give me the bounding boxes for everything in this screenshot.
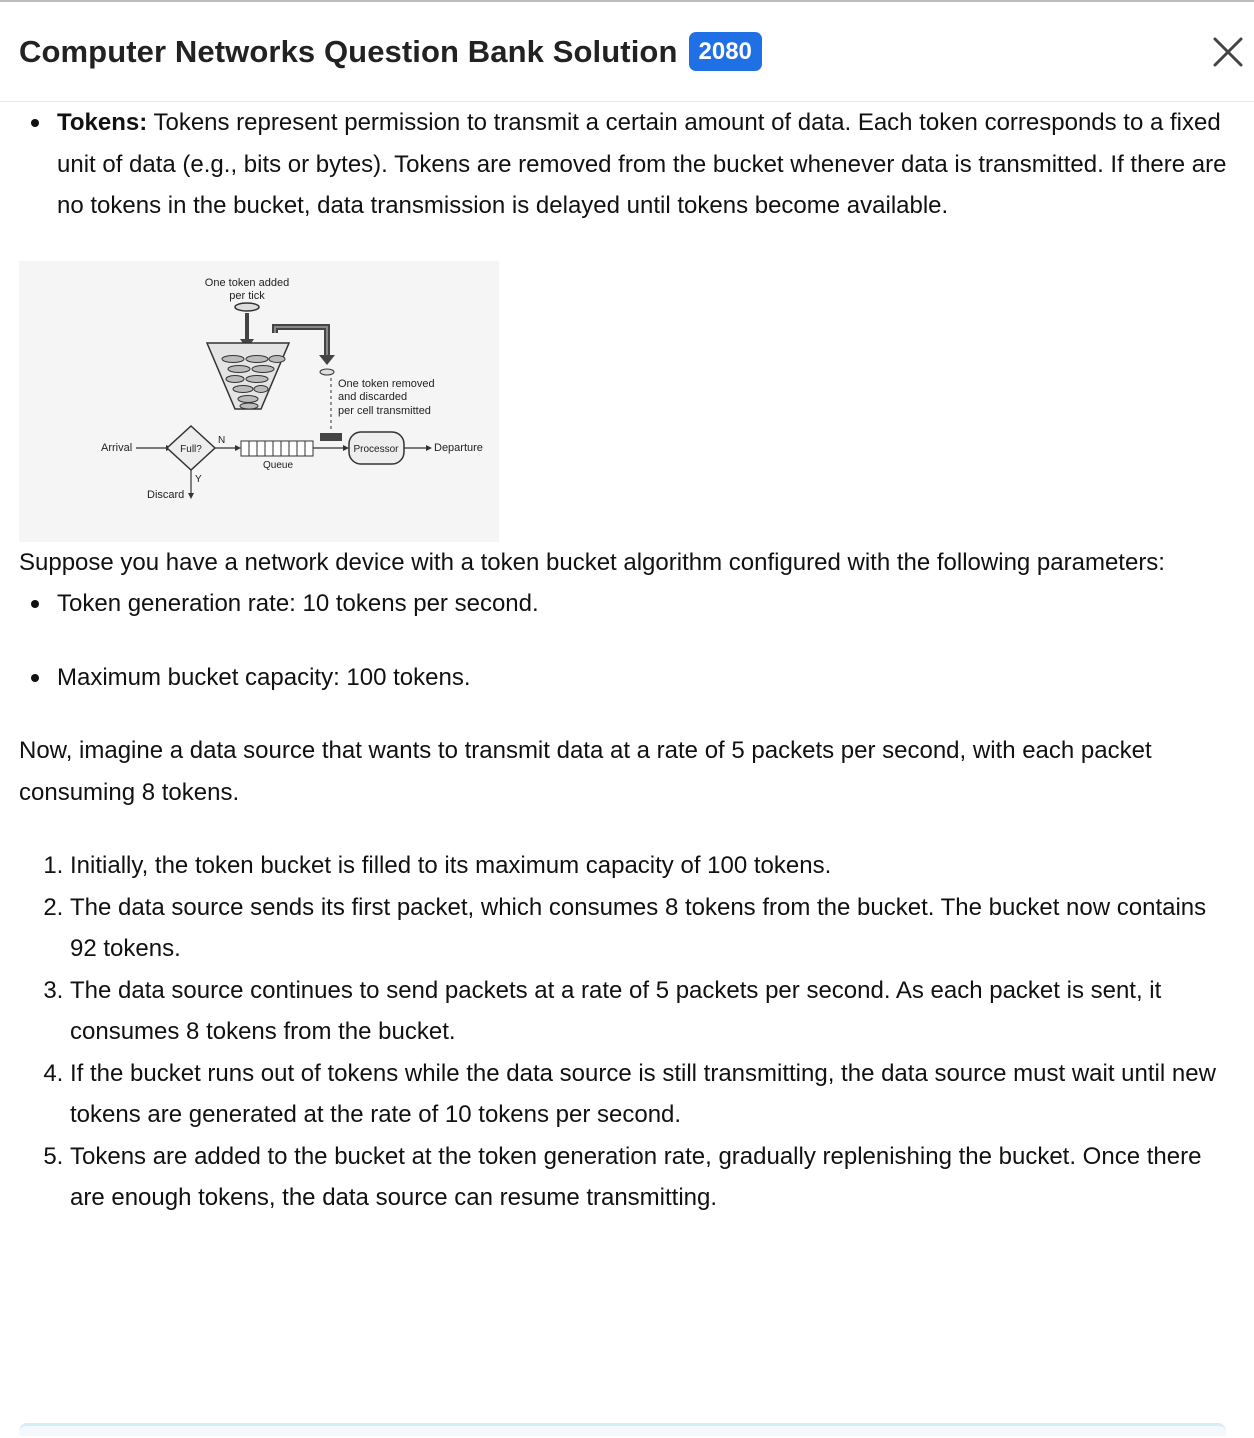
y-label: Y	[195, 474, 202, 485]
list-item: The data source continues to send packet…	[70, 970, 1235, 1053]
intro-paragraph: Suppose you have a network device with a…	[19, 548, 1165, 576]
removed-token	[319, 368, 335, 375]
list-item: If the bucket runs out of tokens while t…	[70, 1053, 1235, 1136]
discard-label: Discard	[147, 489, 184, 501]
tokens-list: Tokens: Tokens represent permission to t…	[19, 102, 1235, 227]
list-item: Maximum bucket capacity: 100 tokens.	[31, 657, 1235, 699]
departure-arrowhead	[426, 444, 432, 451]
to-processor-arrowhead	[343, 444, 349, 451]
parameter-list: Token generation rate: 10 tokens per sec…	[19, 583, 1235, 698]
list-item: Initially, the token bucket is filled to…	[70, 845, 1235, 887]
list-item: The data source sends its first packet, …	[70, 887, 1235, 970]
processor-label: Processor	[353, 444, 399, 455]
count-badge: 2080	[688, 32, 762, 71]
token-bucket-diagram: One token added per tick One token remov…	[19, 260, 499, 542]
token-added-label-2: per tick	[229, 290, 265, 302]
list-item: Tokens: Tokens represent permission to t…	[31, 102, 1235, 227]
next-section-edge	[19, 1423, 1226, 1436]
full-label: Full?	[180, 444, 202, 455]
scenario-paragraph: Now, imagine a data source that wants to…	[19, 737, 1152, 806]
token-out-arrowhead	[319, 354, 335, 365]
modal-header: Computer Networks Question Bank Solution…	[0, 2, 1254, 102]
departure-label: Departure	[434, 442, 483, 454]
close-icon	[1213, 37, 1243, 67]
token-removed-label-2: and discarded	[338, 391, 407, 403]
arrival-label: Arrival	[101, 442, 132, 454]
page-title: Computer Networks Question Bank Solution	[19, 33, 678, 69]
queue	[240, 440, 314, 456]
list-item: Tokens are added to the bucket at the to…	[70, 1136, 1235, 1219]
modal-content: Tokens: Tokens represent permission to t…	[0, 102, 1254, 1219]
incoming-token	[234, 301, 260, 312]
token-gate	[320, 432, 342, 441]
steps-list: Initially, the token bucket is filled to…	[19, 845, 1235, 1219]
close-button[interactable]	[1212, 36, 1244, 68]
term-label: Tokens:	[57, 109, 148, 136]
token-removed-label: One token removed	[338, 378, 435, 390]
term-description: Tokens represent permission to transmit …	[57, 109, 1227, 219]
token-added-label: One token added	[205, 277, 289, 289]
solution-modal: Computer Networks Question Bank Solution…	[0, 0, 1254, 1438]
list-item: Token generation rate: 10 tokens per sec…	[31, 583, 1235, 625]
queue-label: Queue	[263, 460, 293, 471]
discard-arrowhead	[188, 492, 194, 499]
token-removed-label-3: per cell transmitted	[338, 405, 431, 417]
n-label: N	[218, 435, 225, 446]
to-queue-arrowhead	[235, 444, 241, 451]
